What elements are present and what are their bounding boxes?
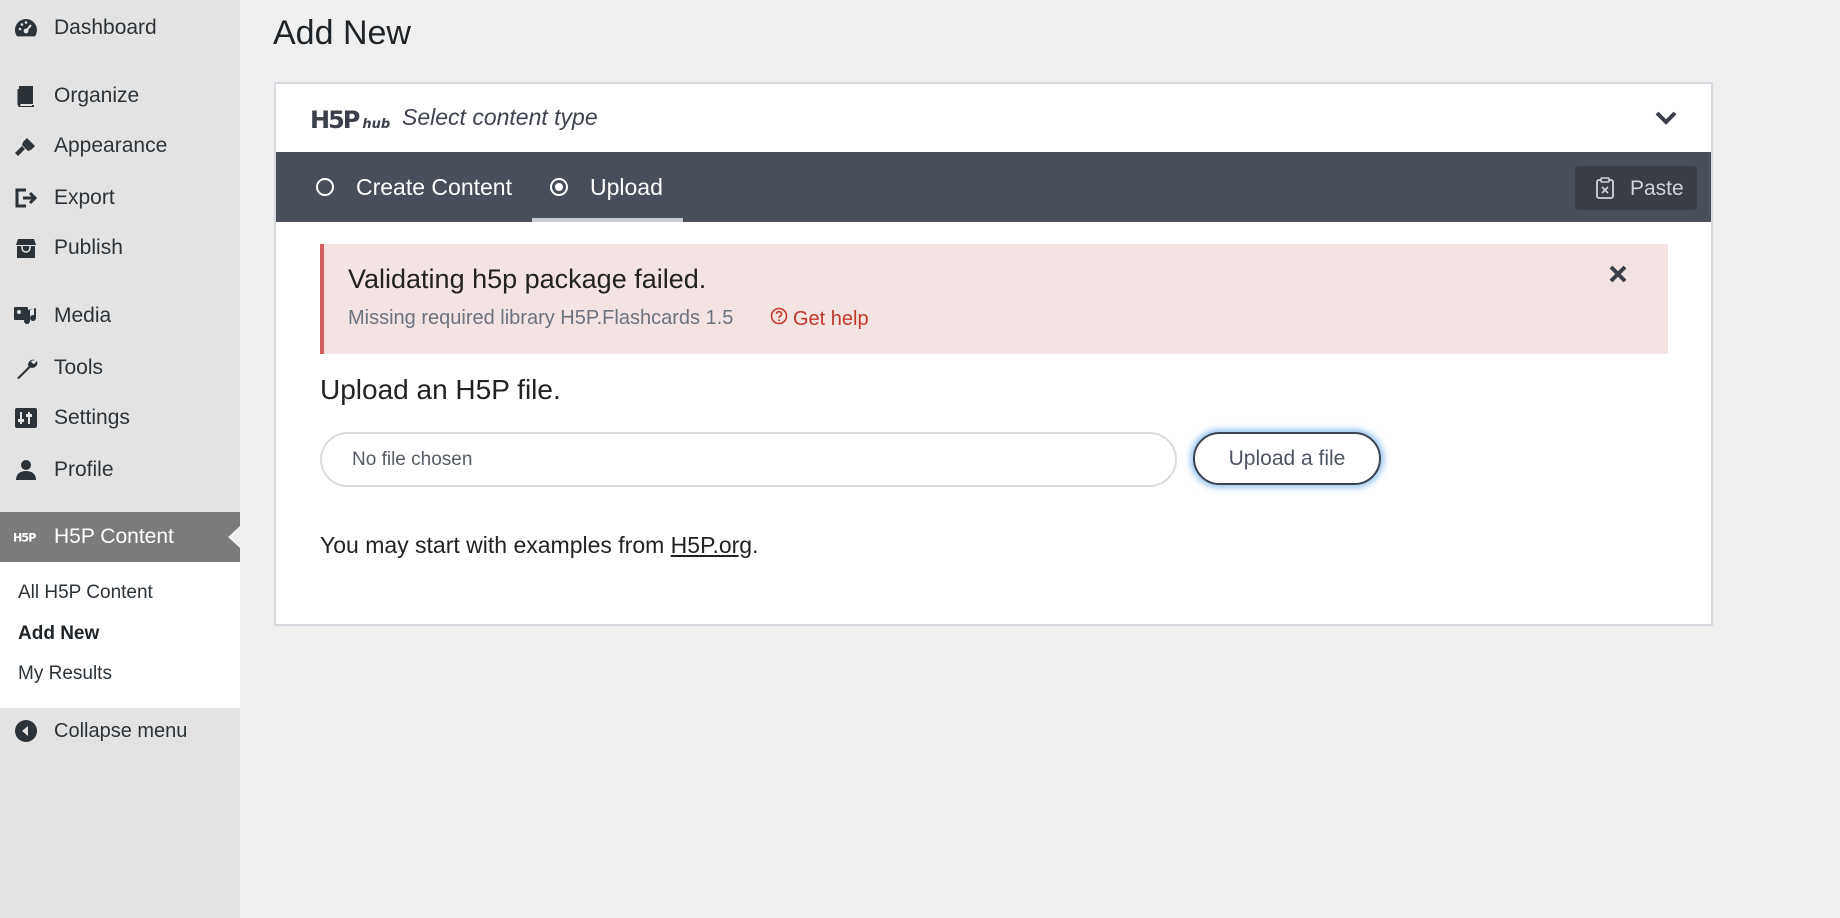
alert-message: Missing required library H5P.Flashcards … — [348, 307, 734, 329]
store-icon — [13, 237, 39, 259]
sidebar-item-settings[interactable]: Settings — [0, 398, 240, 438]
examples-suffix: . — [752, 532, 759, 558]
sidebar-item-appearance[interactable]: Appearance — [0, 126, 240, 166]
export-icon — [13, 187, 39, 209]
radio-checked-icon — [550, 178, 568, 196]
tab-create-content[interactable]: Create Content — [316, 152, 530, 222]
get-help-link[interactable]: Get help — [770, 307, 869, 331]
submenu-item-all-h5p-content[interactable]: All H5P Content — [18, 582, 153, 604]
examples-prefix: You may start with examples from — [320, 532, 665, 558]
sidebar-item-h5p-content[interactable]: H5P H5P Content — [0, 512, 240, 562]
sidebar-item-media[interactable]: Media — [0, 296, 240, 336]
upload-heading: Upload an H5P file. — [320, 374, 561, 405]
tab-label: Upload — [590, 173, 663, 200]
select-content-type-label: Select content type — [402, 104, 598, 130]
content-type-selector[interactable]: H5P hub Select content type — [276, 84, 1711, 152]
tab-label: Create Content — [356, 173, 512, 200]
media-icon — [13, 305, 39, 327]
sidebar-item-profile[interactable]: Profile — [0, 450, 240, 490]
collapse-menu-label: Collapse menu — [54, 720, 188, 742]
dashboard-icon — [13, 17, 39, 39]
paste-label: Paste — [1630, 177, 1684, 200]
get-help-label: Get help — [793, 307, 869, 330]
alert-title: Validating h5p package failed. — [348, 264, 707, 294]
sidebar-item-label: Tools — [54, 356, 104, 379]
examples-text: You may start with examples from H5P.org… — [320, 532, 758, 559]
logo-subtext: hub — [362, 117, 391, 132]
h5p-submenu: All H5P Content Add New My Results — [0, 562, 240, 708]
sidebar-item-organize[interactable]: Organize — [0, 76, 240, 116]
sidebar-item-publish[interactable]: Publish — [0, 228, 240, 268]
user-icon — [13, 459, 39, 481]
sidebar-item-label: Settings — [54, 406, 130, 429]
admin-sidebar: Dashboard Organize Appearance Export Pub… — [0, 0, 240, 918]
logo-text: H5P — [310, 106, 360, 134]
close-icon[interactable] — [1608, 264, 1628, 289]
hub-tab-bar: Create Content Upload Paste — [276, 152, 1711, 222]
wrench-icon — [13, 357, 39, 379]
book-icon — [13, 85, 39, 107]
sidebar-item-label: Appearance — [54, 134, 168, 157]
collapse-menu-button[interactable]: Collapse menu — [0, 711, 240, 751]
collapse-icon — [13, 720, 39, 742]
submenu-item-my-results[interactable]: My Results — [18, 663, 112, 685]
page-title: Add New — [273, 14, 411, 52]
active-indicator — [228, 526, 240, 548]
settings-icon — [13, 407, 39, 429]
sidebar-item-label: Organize — [54, 84, 140, 107]
h5p-hub-logo: H5P hub — [310, 106, 391, 134]
sidebar-item-dashboard[interactable]: Dashboard — [0, 8, 240, 48]
h5p-icon: H5P — [13, 526, 39, 548]
svg-text:H5P: H5P — [13, 532, 36, 545]
sidebar-item-label: Profile — [54, 458, 114, 481]
sidebar-item-tools[interactable]: Tools — [0, 348, 240, 388]
paintbrush-icon — [13, 135, 39, 157]
sidebar-item-export[interactable]: Export — [0, 178, 240, 218]
clipboard-icon — [1595, 176, 1617, 205]
question-circle-icon — [770, 307, 788, 331]
h5p-hub-panel: H5P hub Select content type Create Conte… — [274, 82, 1713, 626]
chevron-down-icon[interactable] — [1655, 110, 1677, 131]
upload-file-button[interactable]: Upload a file — [1193, 432, 1381, 485]
sidebar-item-label: Media — [54, 304, 112, 327]
sidebar-item-label: H5P Content — [54, 525, 174, 548]
error-alert: Validating h5p package failed. Missing r… — [320, 244, 1668, 354]
file-chosen-field[interactable]: No file chosen — [320, 432, 1177, 487]
h5p-org-link[interactable]: H5P.org — [671, 532, 752, 558]
sidebar-item-label: Export — [54, 186, 115, 209]
sidebar-item-label: Publish — [54, 236, 123, 259]
tab-upload[interactable]: Upload — [532, 152, 683, 222]
paste-button[interactable]: Paste — [1575, 166, 1697, 210]
submenu-item-add-new[interactable]: Add New — [18, 623, 99, 645]
sidebar-item-label: Dashboard — [54, 16, 157, 39]
radio-unchecked-icon — [316, 178, 334, 196]
